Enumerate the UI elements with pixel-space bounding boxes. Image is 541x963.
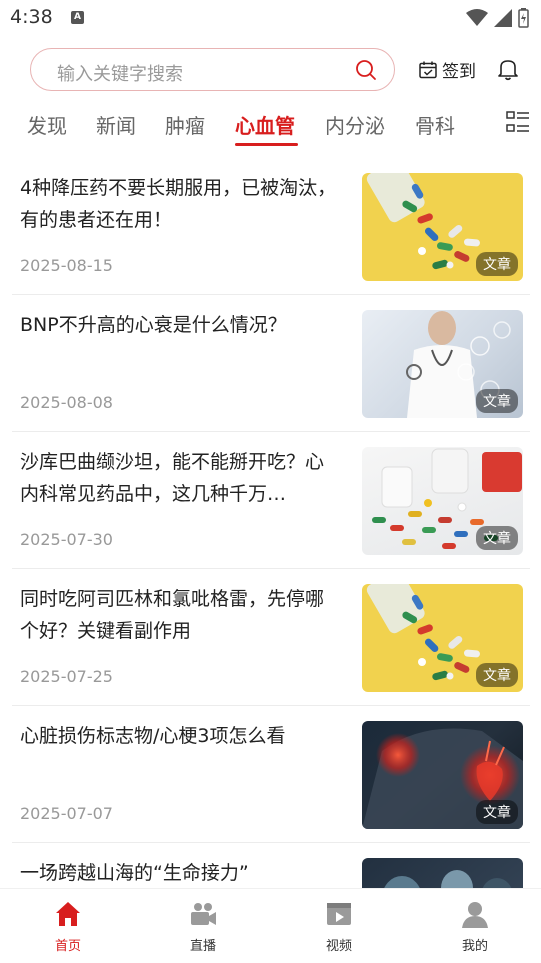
profile-icon (462, 902, 488, 928)
article-type-badge: 文章 (476, 800, 518, 824)
category-tabs: 发现 新闻 肿瘤 心血管 内分泌 骨科 (0, 106, 541, 150)
signal-icon (494, 9, 512, 27)
article-title: 沙库巴曲缬沙坦，能不能掰开吃？心内科常见药品中，这几种千万… (20, 451, 325, 505)
article-type-badge: 文章 (476, 389, 518, 413)
nav-label: 首页 (54, 939, 81, 954)
article-thumbnail: 文章 (362, 173, 523, 281)
signin-button[interactable]: 签到 (418, 57, 476, 82)
calendar-check-icon (419, 61, 437, 78)
notification-a-icon: A (71, 11, 84, 24)
status-bar: 4:38 A (0, 0, 541, 36)
search-placeholder: 输入关键字搜索 (57, 64, 183, 85)
article-item[interactable]: 一场跨越山海的“生命接力” (12, 843, 530, 888)
tab-orthopedics[interactable]: 骨科 (415, 110, 455, 139)
active-tab-indicator (235, 143, 298, 146)
article-item[interactable]: 4种降压药不要长期服用，已被淘汰，有的患者还在用！ 2025-08-15 文章 (12, 158, 530, 295)
battery-icon (518, 8, 529, 28)
tab-discover[interactable]: 发现 (27, 110, 67, 139)
nav-live[interactable]: 直播 (163, 899, 243, 954)
bottom-navigation: 首页 直播 视频 我的 (0, 888, 541, 963)
status-time: 4:38 (10, 6, 53, 28)
article-item[interactable]: 心脏损伤标志物/心梗3项怎么看 2025-07-07 文章 (12, 706, 530, 843)
tab-oncology[interactable]: 肿瘤 (165, 110, 205, 139)
article-thumbnail: 文章 (362, 584, 523, 692)
article-thumbnail: 文章 (362, 447, 523, 555)
nav-home[interactable]: 首页 (28, 899, 108, 954)
article-thumbnail (362, 858, 523, 888)
nav-label: 视频 (325, 939, 352, 954)
search-icon[interactable] (354, 58, 378, 82)
article-date: 2025-08-15 (20, 256, 113, 275)
article-type-badge: 文章 (476, 526, 518, 550)
article-title: 一场跨越山海的“生命接力” (20, 862, 249, 884)
header-row: 输入关键字搜索 签到 (0, 46, 541, 94)
article-date: 2025-08-08 (20, 393, 113, 412)
nav-label: 我的 (461, 939, 488, 954)
category-menu-icon[interactable] (506, 110, 530, 134)
surgery-team-image (384, 870, 512, 888)
article-type-badge: 文章 (476, 252, 518, 276)
bell-icon[interactable] (495, 56, 521, 82)
status-indicators (466, 8, 529, 28)
article-title: 4种降压药不要长期服用，已被淘汰，有的患者还在用！ (20, 177, 337, 231)
article-item[interactable]: 同时吃阿司匹林和氯吡格雷，先停哪个好？关键看副作用 2025-07-25 文章 (12, 569, 530, 706)
article-date: 2025-07-30 (20, 530, 113, 549)
live-camera-icon (191, 903, 216, 925)
tab-cardiovascular[interactable]: 心血管 (235, 110, 295, 139)
search-input[interactable]: 输入关键字搜索 (30, 48, 395, 91)
nav-video[interactable]: 视频 (299, 899, 379, 954)
article-title: BNP不升高的心衰是什么情况？ (20, 314, 287, 336)
article-date: 2025-07-07 (20, 804, 113, 823)
article-list: 4种降压药不要长期服用，已被淘汰，有的患者还在用！ 2025-08-15 文章 … (0, 158, 541, 888)
article-thumbnail: 文章 (362, 310, 523, 418)
video-icon (327, 903, 351, 925)
article-thumbnail: 文章 (362, 721, 523, 829)
tab-endocrinology[interactable]: 内分泌 (325, 110, 385, 139)
article-type-badge: 文章 (476, 663, 518, 687)
article-title: 心脏损伤标志物/心梗3项怎么看 (20, 725, 286, 747)
article-item[interactable]: BNP不升高的心衰是什么情况？ 2025-08-08 文章 (12, 295, 530, 432)
nav-label: 直播 (189, 939, 216, 954)
article-date: 2025-07-25 (20, 667, 113, 686)
home-icon (56, 902, 80, 926)
article-title: 同时吃阿司匹林和氯吡格雷，先停哪个好？关键看副作用 (20, 588, 325, 642)
wifi-icon (466, 9, 488, 26)
tab-news[interactable]: 新闻 (96, 110, 136, 139)
signin-label: 签到 (442, 62, 476, 82)
article-item[interactable]: 沙库巴曲缬沙坦，能不能掰开吃？心内科常见药品中，这几种千万… 2025-07-3… (12, 432, 530, 569)
nav-profile[interactable]: 我的 (435, 899, 515, 954)
